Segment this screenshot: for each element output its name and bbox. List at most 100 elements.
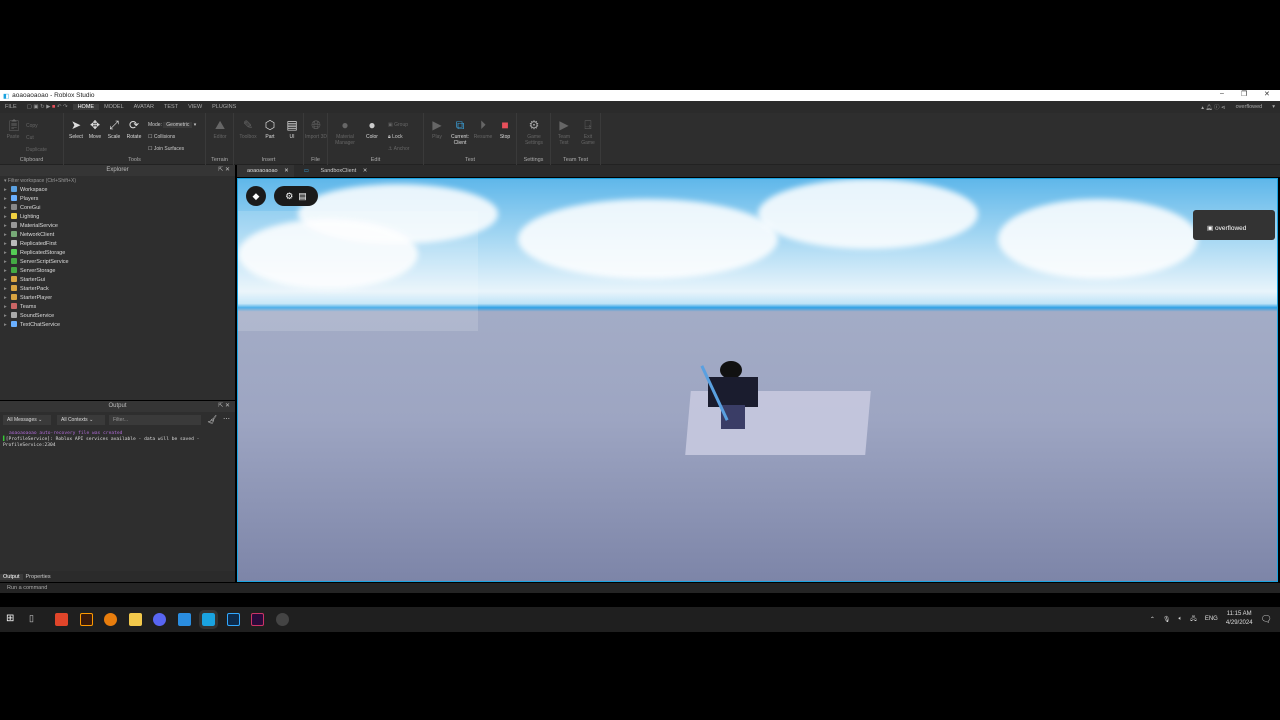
player-character[interactable] xyxy=(700,361,758,431)
chevron-down-icon[interactable]: ▾ xyxy=(1267,104,1280,110)
menu-view[interactable]: VIEW xyxy=(183,104,207,110)
tree-item[interactable]: ServerStorage xyxy=(0,267,235,276)
tree-item[interactable]: ServerScriptService xyxy=(0,258,235,267)
messages-filter-dropdown[interactable]: All Messages ⌄ xyxy=(3,415,51,425)
tree-item[interactable]: Workspace xyxy=(0,186,235,195)
ui-button[interactable]: ▤ UI xyxy=(281,119,303,141)
color-button[interactable]: ● Color xyxy=(361,119,383,141)
tree-item[interactable]: ReplicatedFirst xyxy=(0,240,235,249)
premiere-icon[interactable] xyxy=(251,613,264,626)
toolbox-button[interactable]: ✎ Toolbox xyxy=(237,119,259,141)
roblox-menu-button[interactable]: ◆ xyxy=(246,186,266,206)
tab-place[interactable]: aoaoaoaoao ✕ xyxy=(237,165,294,177)
blender-icon[interactable] xyxy=(104,613,117,626)
terrain-editor-button[interactable]: ⛰ Editor xyxy=(209,119,231,141)
menu-home[interactable]: HOME xyxy=(72,104,100,110)
menu-test[interactable]: TEST xyxy=(159,104,183,110)
tree-item[interactable]: MaterialService xyxy=(0,222,235,231)
windows-start-icon[interactable]: ⊞ xyxy=(6,613,19,626)
material-manager-button[interactable]: ● Material Manager xyxy=(334,119,356,147)
current-client-button[interactable]: ⧉ Current: Client xyxy=(448,119,472,147)
cut-button[interactable]: Cut xyxy=(26,132,47,144)
menu-model[interactable]: MODEL xyxy=(99,104,129,110)
collisions-checkbox[interactable]: ☐ Collisions xyxy=(148,131,196,143)
tree-item[interactable]: StarterGui xyxy=(0,276,235,285)
scale-button[interactable]: ⤢ Scale xyxy=(103,119,125,141)
obs-icon[interactable] xyxy=(276,613,289,626)
tab-sandbox-client[interactable]: ▭ SandboxClient ✕ xyxy=(294,165,373,177)
file-explorer-icon[interactable] xyxy=(129,613,142,626)
more-icon[interactable]: ⋯ xyxy=(223,415,230,423)
menu-file[interactable]: FILE xyxy=(0,104,22,110)
part-button[interactable]: ⬡ Part xyxy=(259,119,281,141)
output-filter-input[interactable]: Filter... xyxy=(109,415,201,425)
tree-item[interactable]: NetworkClient xyxy=(0,231,235,240)
tree-item[interactable]: Players xyxy=(0,195,235,204)
vscode-icon[interactable] xyxy=(178,613,191,626)
chevron-up-icon[interactable]: ⌃ xyxy=(1150,616,1155,623)
lock-button[interactable]: 🔒︎ Lock xyxy=(388,131,409,143)
group-button[interactable]: ▣ Group xyxy=(388,119,409,131)
close-icon[interactable]: ⇱ ✕ xyxy=(218,165,230,176)
menu-plugins[interactable]: PLUGINS xyxy=(207,104,241,110)
notification-icon[interactable]: 🗨︎ xyxy=(1261,614,1272,625)
brave-icon[interactable] xyxy=(55,613,68,626)
chat-controls-button[interactable]: ⚙︎ ▤ xyxy=(274,186,318,206)
user-menu[interactable]: overflowed xyxy=(1231,104,1268,110)
play-button[interactable]: ▶ Play xyxy=(426,119,448,141)
clear-output-icon[interactable]: 🧹︎ xyxy=(207,415,217,424)
clock[interactable]: 11:15 AM 4/29/2024 xyxy=(1226,610,1253,628)
stop-button[interactable]: ■ Stop xyxy=(494,119,516,141)
team-test-button[interactable]: ▶ Team Test xyxy=(553,118,575,147)
tree-item[interactable]: Lighting xyxy=(0,213,235,222)
microphone-icon[interactable]: 🎙︎ xyxy=(1163,616,1171,623)
team-test-icon: ▶ xyxy=(559,118,569,132)
contexts-filter-dropdown[interactable]: All Contexts ⌄ xyxy=(57,415,105,425)
exit-icon: ⍈ xyxy=(584,118,592,132)
rotate-button[interactable]: ⟳ Rotate xyxy=(123,119,145,141)
explorer-filter-input[interactable]: ▾ Filter workspace (Ctrl+Shift+X) xyxy=(0,176,235,186)
title-bar: ◧ aoaoaoaoao - Roblox Studio – ❐ ✕ xyxy=(0,90,1280,101)
studio-logo-icon: ◧ xyxy=(3,92,10,100)
exit-game-button[interactable]: ⍈ Exit Game xyxy=(577,118,599,147)
volume-icon[interactable]: 🔈︎ xyxy=(1179,616,1183,623)
join-surfaces-checkbox[interactable]: ☐ Join Surfaces xyxy=(148,143,196,155)
language-indicator[interactable]: ENG xyxy=(1205,616,1218,622)
illustrator-icon[interactable] xyxy=(80,613,93,626)
restore-button[interactable]: ❐ xyxy=(1241,90,1247,98)
mode-dropdown[interactable]: Geometric xyxy=(163,122,193,128)
tab-properties[interactable]: Properties xyxy=(23,574,54,580)
3d-viewport[interactable]: ◆ ⚙︎ ▤ ▣ overflowed xyxy=(237,178,1278,582)
roblox-studio-icon[interactable] xyxy=(199,610,218,629)
anchor-button[interactable]: ⚓︎ Anchor xyxy=(388,143,409,155)
resume-button[interactable]: ⏵ Resume xyxy=(472,119,494,141)
command-bar-input[interactable]: Run a command xyxy=(0,583,1280,593)
tree-item[interactable]: SoundService xyxy=(0,312,235,321)
close-icon[interactable]: ⇱ ✕ xyxy=(218,401,230,412)
menu-avatar[interactable]: AVATAR xyxy=(129,104,159,110)
paste-button[interactable]: 📋︎ Paste xyxy=(2,119,24,141)
import3d-button[interactable]: 🌐︎ Import 3D xyxy=(305,119,327,141)
taskbar: ⊞ ▯ ⌃ 🎙︎ 🔈︎ 🖧 ENG 11:15 AM 4/29/2024 🗨︎ xyxy=(0,607,1280,632)
photoshop-icon[interactable] xyxy=(227,613,240,626)
close-button[interactable]: ✕ xyxy=(1264,90,1270,98)
tree-item[interactable]: StarterPack xyxy=(0,285,235,294)
group-label: Settings xyxy=(523,157,544,163)
game-settings-button[interactable]: ⚙ Game Settings xyxy=(523,119,545,147)
task-view-icon[interactable]: ▯ xyxy=(29,613,42,626)
tree-item[interactable]: TextChatService xyxy=(0,321,235,330)
copy-button[interactable]: Copy xyxy=(26,120,47,132)
tree-item[interactable]: Teams xyxy=(0,303,235,312)
tree-item[interactable]: ReplicatedStorage xyxy=(0,249,235,258)
tree-item[interactable]: CoreGui xyxy=(0,204,235,213)
duplicate-button[interactable]: Duplicate xyxy=(26,144,47,156)
controls-icon: ⚙︎ xyxy=(285,191,294,201)
minimize-button[interactable]: – xyxy=(1220,90,1224,97)
header-icons[interactable]: ▴ 🔔︎ ⓘ ⋖ xyxy=(1196,103,1230,111)
group-label: Test xyxy=(464,157,476,163)
discord-icon[interactable] xyxy=(153,613,166,626)
network-icon[interactable]: 🖧 xyxy=(1190,614,1197,624)
quick-access-icons[interactable]: ▢ ▣ ↻ ▶ ■ ↶ ↷ xyxy=(22,104,73,110)
tab-output[interactable]: Output xyxy=(0,573,23,580)
tree-item[interactable]: StarterPlayer xyxy=(0,294,235,303)
